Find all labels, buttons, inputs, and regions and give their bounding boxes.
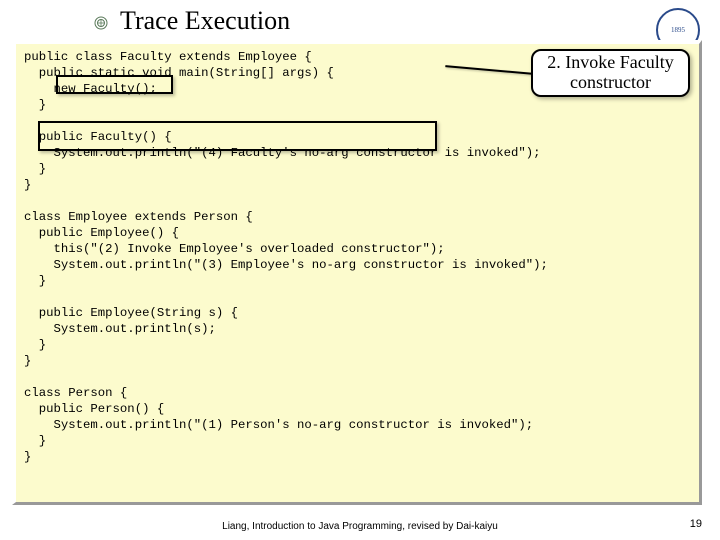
slide-title: Trace Execution bbox=[0, 0, 720, 40]
highlight-new-faculty bbox=[56, 75, 173, 94]
footer-citation: Liang, Introduction to Java Programming,… bbox=[0, 521, 720, 532]
highlight-faculty-constructor bbox=[38, 121, 437, 151]
logo-year: 1895 bbox=[671, 27, 685, 34]
code-text: public class Faculty extends Employee { … bbox=[24, 50, 548, 464]
bullet-icon bbox=[94, 16, 108, 30]
page-number: 19 bbox=[690, 518, 702, 530]
code-block: public class Faculty extends Employee { … bbox=[12, 40, 702, 505]
callout-text: 2. Invoke Faculty constructor bbox=[533, 53, 688, 93]
step-callout: 2. Invoke Faculty constructor bbox=[531, 49, 690, 97]
